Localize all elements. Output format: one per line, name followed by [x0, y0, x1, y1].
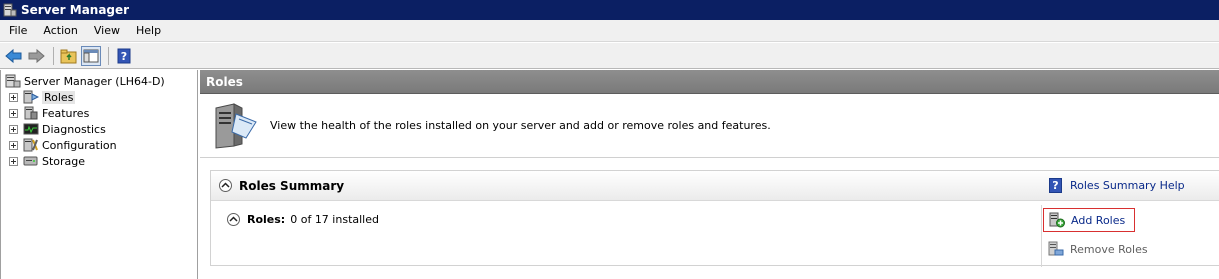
- intro-section: View the health of the roles installed o…: [200, 94, 1219, 158]
- roles-installed-count: 0 of 17 installed: [290, 213, 379, 226]
- tree-root-label: Server Manager (LH64-D): [24, 74, 165, 88]
- tree-item-label: Configuration: [42, 138, 117, 152]
- menu-bar: File Action View Help: [0, 20, 1219, 42]
- collapse-icon[interactable]: [227, 213, 240, 226]
- server-manager-icon: [3, 3, 17, 17]
- remove-roles-icon: [1048, 241, 1064, 257]
- title-bar: Server Manager: [0, 0, 1219, 20]
- roles-summary-help-link[interactable]: ? Roles Summary Help: [1049, 178, 1185, 193]
- menu-action[interactable]: Action: [35, 24, 85, 37]
- back-arrow-icon[interactable]: [4, 46, 24, 66]
- expand-icon[interactable]: [9, 156, 18, 166]
- content-header: Roles: [200, 70, 1219, 94]
- toolbar-separator: [53, 46, 54, 65]
- roles-summary-section: Roles Summary ? Roles Summary Help Roles…: [210, 170, 1219, 267]
- tree-item-label: Storage: [42, 154, 86, 168]
- roles-server-icon: [212, 102, 258, 150]
- tree-item-diagnostics[interactable]: Diagnostics: [1, 121, 197, 137]
- expand-icon[interactable]: [9, 140, 18, 150]
- expand-icon[interactable]: [9, 108, 18, 118]
- show-hide-console-tree-icon[interactable]: [81, 45, 101, 66]
- server-manager-icon: [5, 74, 21, 88]
- roles-label: Roles:: [247, 213, 286, 226]
- roles-summary-title: Roles Summary: [239, 178, 345, 193]
- remove-roles-label: Remove Roles: [1070, 242, 1148, 256]
- features-icon: [23, 106, 39, 120]
- svg-text:?: ?: [121, 50, 127, 63]
- add-roles-label: Add Roles: [1071, 213, 1126, 227]
- help-link-label: Roles Summary Help: [1070, 179, 1185, 192]
- remove-roles-link[interactable]: Remove Roles: [1048, 241, 1148, 257]
- roles-actions: Add Roles Remove Roles: [1041, 205, 1219, 267]
- menu-file[interactable]: File: [0, 24, 35, 37]
- roles-icon: [23, 90, 40, 104]
- configuration-icon: [23, 138, 39, 152]
- collapse-icon[interactable]: [219, 179, 232, 192]
- menu-help[interactable]: Help: [128, 24, 169, 37]
- help-icon[interactable]: ?: [114, 46, 134, 66]
- content-title: Roles: [206, 74, 243, 89]
- intro-description: View the health of the roles installed o…: [270, 119, 771, 132]
- expand-icon[interactable]: [9, 124, 18, 134]
- expand-icon[interactable]: [9, 92, 18, 102]
- tree-item-features[interactable]: Features: [1, 105, 197, 121]
- tree-root[interactable]: Server Manager (LH64-D): [1, 73, 197, 89]
- console-tree: Server Manager (LH64-D) Roles Features D…: [0, 70, 198, 279]
- tree-item-label: Roles: [42, 90, 76, 104]
- content-pane: Roles View the health of the roles insta…: [200, 70, 1219, 279]
- add-roles-icon: [1049, 212, 1065, 228]
- roles-summary-header: Roles Summary ? Roles Summary Help: [211, 171, 1219, 201]
- tree-item-label: Diagnostics: [42, 122, 106, 136]
- tree-item-label: Features: [42, 106, 90, 120]
- storage-icon: [23, 154, 39, 168]
- window-title: Server Manager: [21, 3, 130, 17]
- add-roles-link[interactable]: Add Roles: [1043, 208, 1136, 232]
- forward-arrow-icon[interactable]: [26, 46, 46, 66]
- menu-view[interactable]: View: [86, 24, 128, 37]
- diagnostics-icon: [23, 122, 39, 136]
- toolbar: ?: [0, 43, 1219, 69]
- tree-item-configuration[interactable]: Configuration: [1, 137, 197, 153]
- help-icon: ?: [1049, 178, 1062, 193]
- tree-item-roles[interactable]: Roles: [1, 89, 197, 105]
- up-folder-icon[interactable]: [59, 46, 79, 66]
- roles-status-row: Roles: 0 of 17 installed: [227, 213, 379, 226]
- toolbar-separator: [108, 46, 109, 65]
- tree-item-storage[interactable]: Storage: [1, 153, 197, 169]
